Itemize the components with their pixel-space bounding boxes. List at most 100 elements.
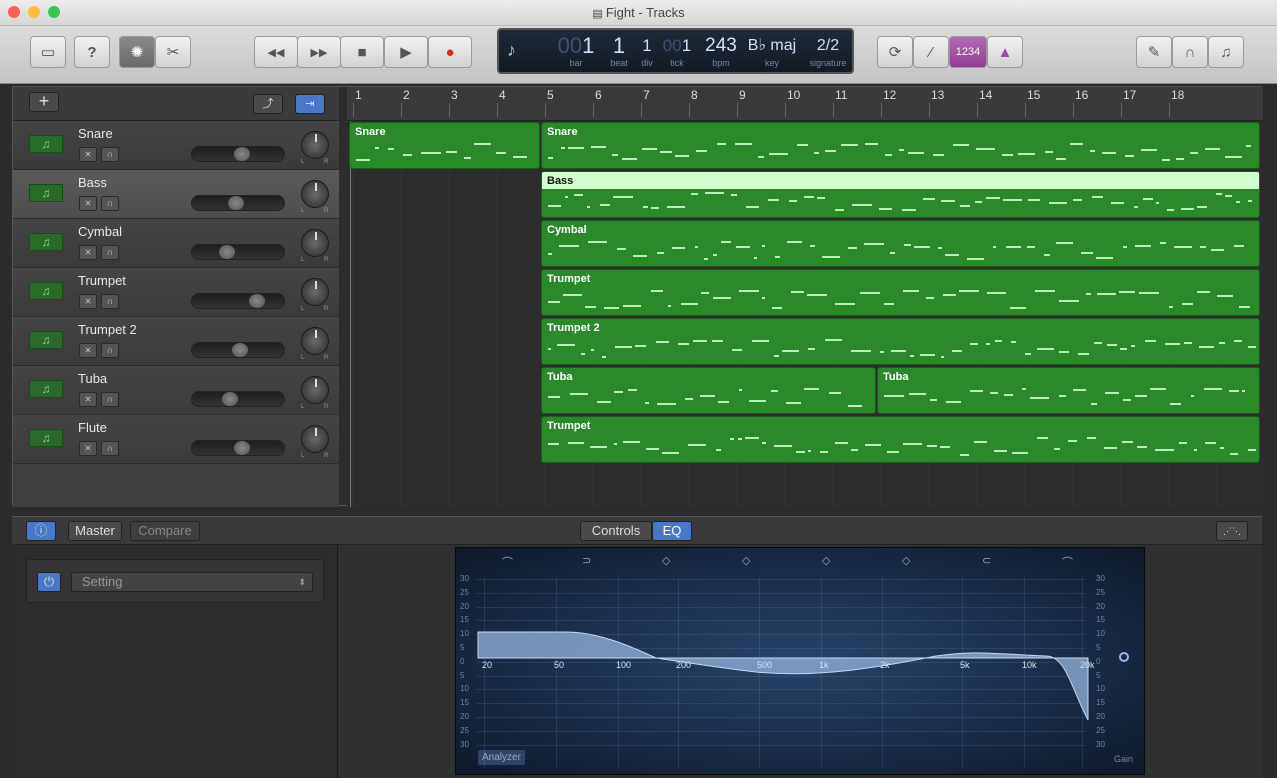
eq-band-handle-icon[interactable]: ◇ <box>822 554 830 567</box>
pan-knob[interactable] <box>301 278 329 306</box>
smart-controls-button[interactable]: ✺ <box>119 36 155 68</box>
midi-note <box>548 157 553 159</box>
pan-knob[interactable] <box>301 327 329 355</box>
ruler[interactable]: 1 2 3 4 5 6 7 8 9 10 11 12 13 14 15 16 17 18 <box>347 87 1263 121</box>
lcd-key[interactable]: B♭ maj key <box>747 34 797 68</box>
mute-button[interactable]: ⨯ <box>79 343 97 358</box>
volume-slider[interactable] <box>191 195 285 211</box>
midi-region[interactable]: Trumpet <box>541 269 1260 316</box>
analyzer-button[interactable]: Analyzer <box>478 750 525 765</box>
solo-headphones-button[interactable]: ∩ <box>101 245 119 260</box>
midi-region[interactable]: Trumpet <box>541 416 1260 463</box>
play-button[interactable]: ▶ <box>384 36 428 68</box>
tab-eq[interactable]: EQ <box>652 521 692 541</box>
solo-headphones-button[interactable]: ∩ <box>101 441 119 456</box>
minimize-window-button[interactable] <box>28 6 40 18</box>
eq-band-handle-icon[interactable]: ◇ <box>742 554 750 567</box>
solo-headphones-button[interactable]: ∩ <box>101 343 119 358</box>
mute-button[interactable]: ⨯ <box>79 294 97 309</box>
solo-headphones-button[interactable]: ∩ <box>101 196 119 211</box>
track-header[interactable]: ♫ Snare ⨯ ∩ L R <box>13 121 339 170</box>
eq-graph[interactable]: Analyzer Gain 20 50 100 200 500 1k 2k 5k 10k 20k 3… <box>455 547 1145 775</box>
midi-region[interactable]: Snare <box>541 122 1260 169</box>
eq-band-handle-icon[interactable]: ◇ <box>662 554 670 567</box>
volume-slider[interactable] <box>191 391 285 407</box>
catch-playhead-button[interactable]: ⇥ <box>295 94 325 114</box>
power-button[interactable]: ⏻ <box>37 572 61 592</box>
eq-band-handle-icon[interactable]: ⌒ <box>502 554 513 570</box>
count-in-button[interactable]: 1234 <box>949 36 987 68</box>
track-header[interactable]: ♫ Flute ⨯ ∩ L R <box>13 415 339 464</box>
tab-controls[interactable]: Controls <box>580 521 652 541</box>
add-track-button[interactable]: + <box>29 92 59 112</box>
zoom-window-button[interactable] <box>48 6 60 18</box>
setting-popup[interactable]: Setting ⬍ <box>71 572 313 592</box>
volume-slider[interactable] <box>191 244 285 260</box>
track-header[interactable]: ♫ Trumpet 2 ⨯ ∩ L R <box>13 317 339 366</box>
fast-forward-button[interactable]: ▶▶ <box>297 36 341 68</box>
volume-slider[interactable] <box>191 146 285 162</box>
track-header[interactable]: ♫ Cymbal ⨯ ∩ L R <box>13 219 339 268</box>
volume-slider-knob[interactable] <box>222 392 238 406</box>
cycle-button[interactable]: ⟳ <box>877 36 913 68</box>
midi-region[interactable]: Cymbal <box>541 220 1260 267</box>
quick-help-button[interactable]: ? <box>74 36 110 68</box>
metronome-button[interactable]: ▲ <box>987 36 1023 68</box>
library-button[interactable]: ▭ <box>30 36 66 68</box>
volume-slider-knob[interactable] <box>234 147 250 161</box>
midi-region[interactable]: Tuba <box>877 367 1260 414</box>
gain-knob[interactable] <box>1119 652 1129 662</box>
arrangement-area[interactable]: Snare Snare Bass Cymbal Trumpet Trumpet 2 Tuba… <box>347 121 1263 507</box>
volume-slider-knob[interactable] <box>249 294 265 308</box>
eq-band-handle-icon[interactable]: ⊃ <box>582 554 591 567</box>
lcd-display[interactable]: ♪ 001 bar 1 beat 1 div 001 tick 243 bpm B♭ ma… <box>497 28 854 74</box>
midi-region[interactable]: Trumpet 2 <box>541 318 1260 365</box>
tuner-button[interactable]: ⁄ <box>913 36 949 68</box>
pan-knob[interactable] <box>301 425 329 453</box>
track-header[interactable]: ♫ Tuba ⨯ ∩ L R <box>13 366 339 415</box>
rewind-button[interactable]: ◀◀ <box>254 36 298 68</box>
volume-slider-knob[interactable] <box>219 245 235 259</box>
midi-region[interactable]: Tuba <box>541 367 876 414</box>
lcd-tempo[interactable]: 243 bpm <box>701 34 741 68</box>
volume-slider-knob[interactable] <box>234 441 250 455</box>
volume-slider[interactable] <box>191 440 285 456</box>
volume-slider-knob[interactable] <box>232 343 248 357</box>
close-window-button[interactable] <box>8 6 20 18</box>
track-header[interactable]: ♫ Trumpet ⨯ ∩ L R <box>13 268 339 317</box>
track-header[interactable]: ♫ Bass ⨯ ∩ L R <box>13 170 339 219</box>
eq-band-handle-icon[interactable]: ⌒ <box>1062 554 1073 570</box>
mute-button[interactable]: ⨯ <box>79 196 97 211</box>
media-browser-button[interactable]: ♫ <box>1208 36 1244 68</box>
record-button[interactable]: ● <box>428 36 472 68</box>
loop-browser-button[interactable]: ∩ <box>1172 36 1208 68</box>
lcd-signature[interactable]: 2/2 signature <box>803 34 853 68</box>
pan-knob[interactable] <box>301 180 329 208</box>
eq-curve-button[interactable]: ⋰⋱ <box>1216 521 1248 541</box>
eq-band-handle-icon[interactable]: ◇ <box>902 554 910 567</box>
solo-headphones-button[interactable]: ∩ <box>101 392 119 407</box>
mute-button[interactable]: ⨯ <box>79 147 97 162</box>
editors-button[interactable]: ✂ <box>155 36 191 68</box>
info-button[interactable]: ⓘ <box>26 521 56 541</box>
pan-knob[interactable] <box>301 131 329 159</box>
mute-button[interactable]: ⨯ <box>79 441 97 456</box>
volume-slider-knob[interactable] <box>228 196 244 210</box>
solo-headphones-button[interactable]: ∩ <box>101 294 119 309</box>
pan-knob[interactable] <box>301 229 329 257</box>
volume-slider[interactable] <box>191 342 285 358</box>
notepad-button[interactable]: ✎ <box>1136 36 1172 68</box>
volume-slider[interactable] <box>191 293 285 309</box>
mute-button[interactable]: ⨯ <box>79 392 97 407</box>
pan-knob[interactable] <box>301 376 329 404</box>
automation-button[interactable]: ⤴ <box>253 94 283 114</box>
midi-region[interactable]: Bass <box>541 171 1260 218</box>
stop-button[interactable]: ■ <box>340 36 384 68</box>
midi-region[interactable]: Snare <box>349 122 540 169</box>
solo-headphones-button[interactable]: ∩ <box>101 147 119 162</box>
compare-button[interactable]: Compare <box>130 521 200 541</box>
master-button[interactable]: Master <box>68 521 122 541</box>
playhead[interactable] <box>350 121 351 507</box>
eq-band-handle-icon[interactable]: ⊂ <box>982 554 991 567</box>
mute-button[interactable]: ⨯ <box>79 245 97 260</box>
